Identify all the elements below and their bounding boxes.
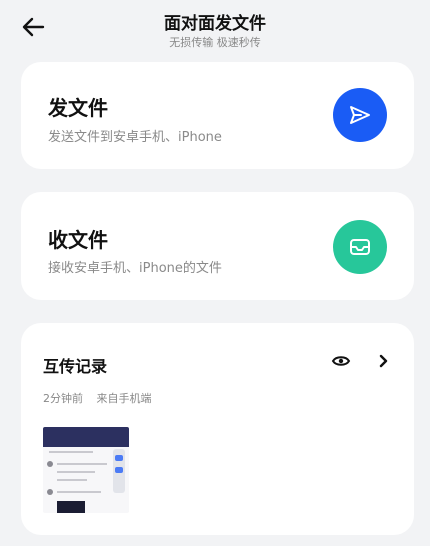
thumbnail-avatar [47, 489, 53, 495]
page-title: 面对面发文件 [164, 14, 266, 34]
eye-icon[interactable] [331, 353, 351, 369]
thumbnail-line [57, 471, 95, 473]
page-subtitle: 无损传输 极速秒传 [169, 36, 261, 49]
chevron-right-icon[interactable] [376, 353, 390, 369]
send-file-desc: 发送文件到安卓手机、iPhone [48, 130, 222, 145]
thumbnail-image [57, 501, 85, 513]
history-meta: 2分钟前 来自手机端 [43, 390, 162, 406]
thumbnail-line [57, 479, 87, 481]
transfer-history-card: 互传记录 2分钟前 来自手机端 [21, 323, 414, 535]
history-time: 2分钟前 [43, 392, 83, 405]
receive-file-title: 收文件 [48, 228, 108, 252]
thumbnail-avatar [47, 461, 53, 467]
thumbnail-sidebar-button [115, 455, 123, 461]
history-source: 来自手机端 [96, 392, 152, 405]
send-icon [350, 106, 370, 124]
send-file-button[interactable] [333, 88, 387, 142]
header: 面对面发文件 无损传输 极速秒传 [0, 0, 430, 56]
receive-file-card[interactable]: 收文件 接收安卓手机、iPhone的文件 [21, 192, 414, 300]
thumbnail-line [57, 463, 107, 465]
thumbnail-sidebar-button [115, 467, 123, 473]
history-thumbnail[interactable] [43, 427, 129, 513]
thumbnail-header [43, 427, 129, 447]
send-file-title: 发文件 [48, 96, 108, 120]
inbox-icon [350, 239, 370, 255]
send-file-card[interactable]: 发文件 发送文件到安卓手机、iPhone [21, 62, 414, 169]
receive-file-desc: 接收安卓手机、iPhone的文件 [48, 261, 222, 276]
history-title: 互传记录 [43, 357, 108, 376]
thumbnail-line [49, 451, 93, 453]
receive-file-button[interactable] [333, 220, 387, 274]
thumbnail-sidebar [113, 449, 125, 493]
thumbnail-line [57, 491, 101, 493]
